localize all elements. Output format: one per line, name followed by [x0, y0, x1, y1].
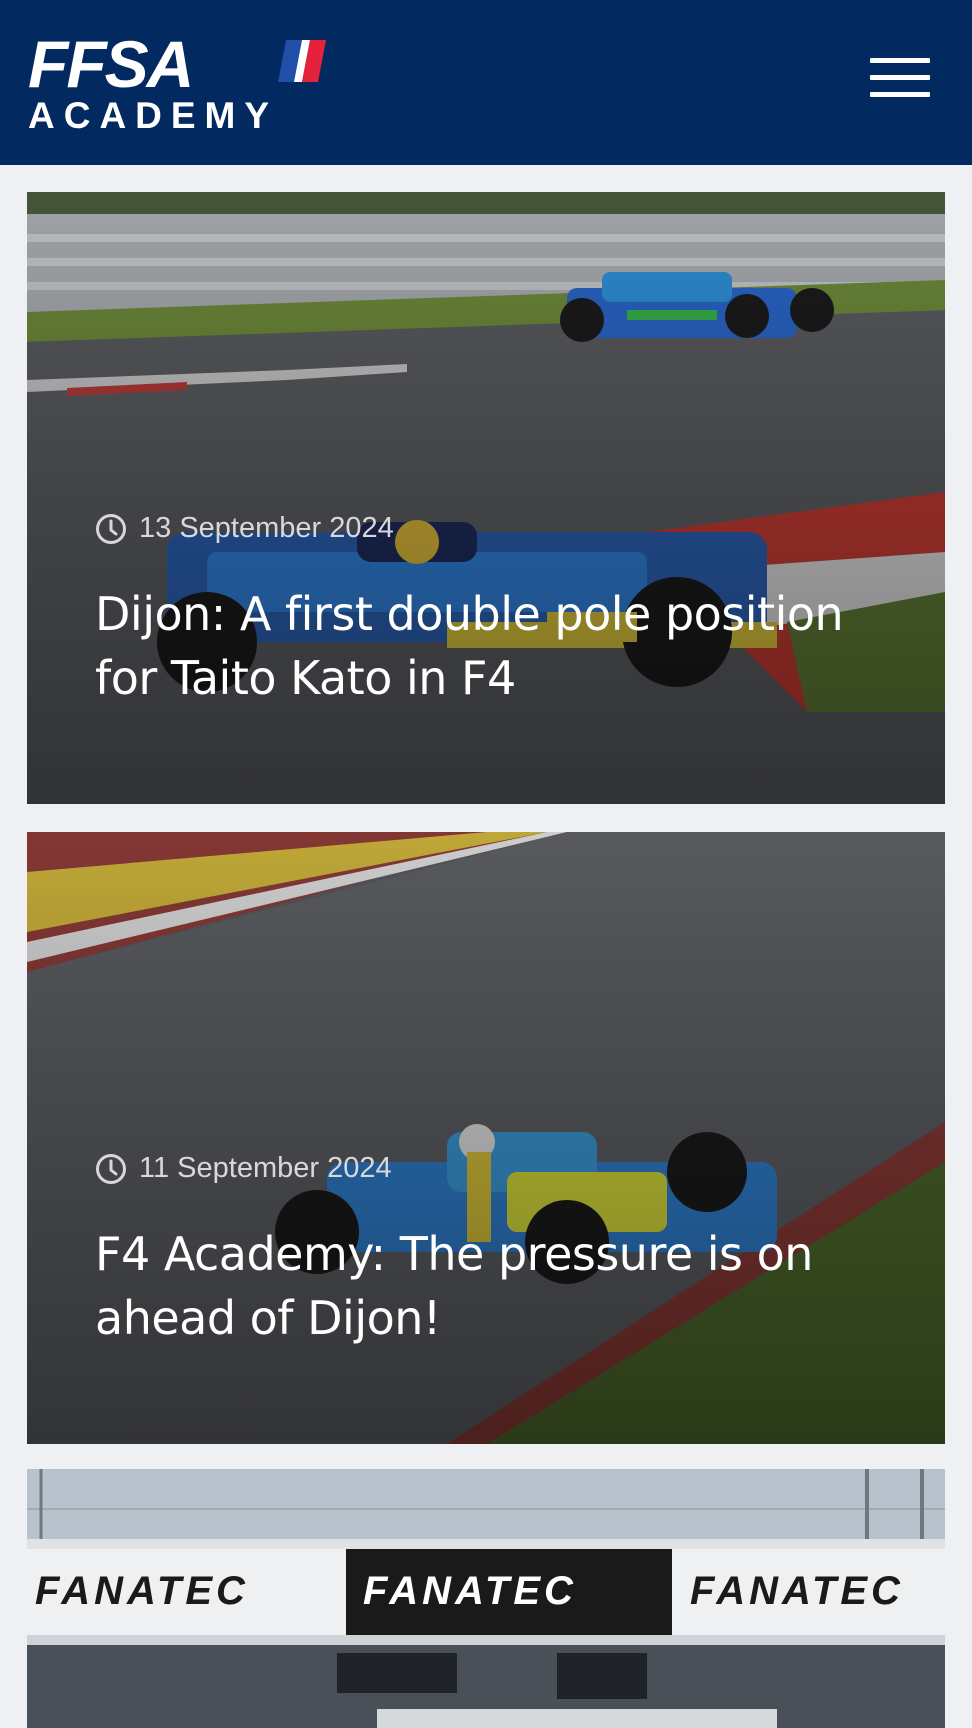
- banner-text-center: FANATEC: [363, 1569, 577, 1613]
- article-title[interactable]: F4 Academy: The pressure is on ahead of …: [95, 1222, 895, 1350]
- article-title[interactable]: Dijon: A first double pole position for …: [95, 582, 895, 710]
- site-header: FFSA ACADEMY: [0, 0, 972, 165]
- article-card[interactable]: 13 September 2024 Dijon: A first double …: [27, 192, 945, 804]
- article-date: 11 September 2024: [95, 1152, 392, 1185]
- article-card[interactable]: FANATEC FANATEC FANATEC: [27, 1469, 945, 1728]
- logo-ffsa-text: FFSA: [28, 27, 194, 101]
- ffsa-academy-logo[interactable]: FFSA ACADEMY: [28, 27, 328, 136]
- clock-icon: [96, 1153, 126, 1184]
- image-overlay: [27, 192, 945, 804]
- logo-flag-icon: [278, 40, 326, 82]
- hamburger-menu-icon[interactable]: [862, 52, 930, 102]
- article-card[interactable]: 11 September 2024 F4 Academy: The pressu…: [27, 832, 945, 1444]
- logo-academy-text: ACADEMY: [28, 95, 279, 136]
- banner-text-left: FANATEC: [35, 1569, 249, 1613]
- article-date-text: 11 September 2024: [139, 1152, 392, 1184]
- article-date-text: 13 September 2024: [139, 512, 394, 544]
- article-date: 13 September 2024: [95, 512, 394, 545]
- banner-text-right: FANATEC: [690, 1569, 904, 1613]
- clock-icon: [96, 513, 126, 544]
- image-overlay: [27, 832, 945, 1444]
